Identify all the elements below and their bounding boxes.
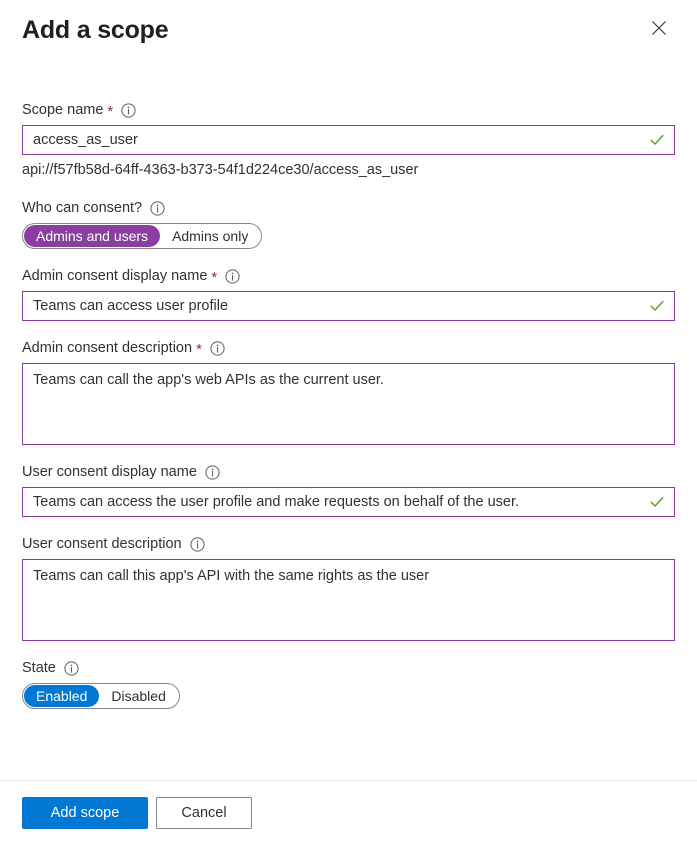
info-icon[interactable] [205,464,220,480]
panel-body: Scope name * api://f57fb58d-64ff-4363-b3… [0,100,697,709]
required-indicator: * [211,269,218,286]
user-consent-display-name-input-wrap[interactable] [22,487,675,517]
field-user-consent-description: User consent description [22,534,675,641]
user-consent-description-textarea[interactable] [23,560,674,640]
who-can-consent-label: Who can consent? [22,198,675,218]
admin-consent-display-name-label-text: Admin consent display name [22,268,208,284]
user-consent-description-label-text: User consent description [22,536,182,552]
scope-name-label: Scope name * [22,100,675,120]
who-can-consent-label-text: Who can consent? [22,200,143,216]
user-consent-description-label: User consent description [22,534,675,554]
user-consent-display-name-input[interactable] [23,488,674,516]
scope-name-label-text: Scope name [22,102,104,118]
info-icon[interactable] [210,340,225,356]
valid-check-icon [649,494,665,510]
field-admin-consent-display-name: Admin consent display name * [22,266,675,321]
field-user-consent-display-name: User consent display name [22,462,675,517]
pill-admins-and-users[interactable]: Admins and users [24,225,161,247]
scope-name-input-wrap[interactable] [22,125,675,155]
pill-disabled[interactable]: Disabled [99,685,177,707]
admin-consent-description-wrap[interactable] [22,363,675,445]
close-button[interactable] [647,16,671,40]
user-consent-display-name-label-text: User consent display name [22,464,197,480]
panel-header: Add a scope [0,0,697,62]
user-consent-display-name-label: User consent display name [22,462,675,482]
info-icon[interactable] [150,200,165,216]
state-toggle[interactable]: Enabled Disabled [22,683,180,709]
close-icon [651,20,667,36]
scope-name-uri: api://f57fb58d-64ff-4363-b373-54f1d224ce… [22,162,419,178]
required-indicator: * [196,341,202,358]
field-admin-consent-description: Admin consent description * [22,338,675,445]
info-icon[interactable] [189,536,205,552]
valid-check-icon [649,132,665,148]
admin-consent-display-name-label: Admin consent display name * [22,266,675,286]
pill-admins-only[interactable]: Admins only [160,225,260,247]
admin-consent-display-name-input[interactable] [23,292,674,320]
admin-consent-description-textarea[interactable] [23,364,674,444]
who-can-consent-toggle[interactable]: Admins and users Admins only [22,223,263,249]
page-title: Add a scope [22,16,169,44]
field-scope-name: Scope name * api://f57fb58d-64ff-4363-b3… [22,100,675,180]
state-label: State [22,658,675,678]
admin-consent-description-label: Admin consent description * [22,338,675,358]
required-indicator: * [107,103,114,120]
valid-check-icon [649,298,665,314]
info-icon[interactable] [64,660,79,676]
state-label-text: State [22,660,56,676]
cancel-button[interactable]: Cancel [156,796,252,829]
add-scope-button[interactable]: Add scope [22,796,148,829]
pill-enabled[interactable]: Enabled [24,685,100,707]
scope-name-input[interactable] [23,126,674,154]
field-state: State Enabled Disabled [22,658,675,709]
info-icon[interactable] [225,268,240,284]
admin-consent-description-label-text: Admin consent description [22,340,193,356]
user-consent-description-wrap[interactable] [22,559,675,641]
admin-consent-display-name-input-wrap[interactable] [22,291,675,321]
info-icon[interactable] [121,102,136,118]
field-who-can-consent: Who can consent? Admins and users Admins… [22,198,675,249]
panel-footer: Add scope Cancel [0,780,697,844]
